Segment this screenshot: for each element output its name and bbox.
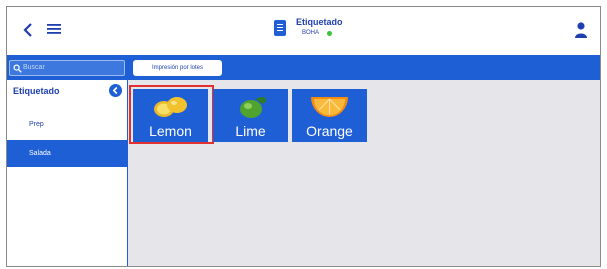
batch-print-button[interactable]: Impresión por lotes — [133, 60, 222, 76]
sidebar-item-label: Prep — [29, 121, 44, 128]
top-bar: Etiquetado BOHA — [7, 7, 600, 55]
toolbar: Buscar Impresión por lotes — [7, 55, 600, 80]
lime-icon — [240, 97, 266, 118]
sidebar-item-salada[interactable]: Salada — [7, 140, 127, 167]
hamburger-menu-icon[interactable] — [46, 22, 62, 36]
product-label: Orange — [306, 123, 353, 139]
location-label: BOHA — [302, 30, 320, 36]
status-indicator — [327, 31, 332, 36]
product-label: Lime — [235, 123, 266, 139]
sidebar-item-prep[interactable]: Prep — [7, 111, 127, 138]
sidebar-header: Etiquetado — [7, 80, 128, 102]
sidebar-item-label: Salada — [29, 150, 51, 157]
product-tile-lime[interactable]: Lime — [213, 89, 288, 142]
page-title: Etiquetado — [296, 17, 343, 27]
sidebar-title: Etiquetado — [13, 86, 60, 96]
search-placeholder: Buscar — [23, 64, 45, 71]
selected-tile-outline — [129, 85, 214, 144]
search-input[interactable]: Buscar — [9, 60, 125, 76]
document-icon — [274, 20, 286, 36]
user-icon[interactable] — [574, 21, 588, 39]
search-icon — [13, 64, 22, 73]
app-window: Etiquetado BOHA Buscar Impresión por lot… — [6, 6, 601, 267]
collapse-sidebar-icon[interactable] — [109, 84, 122, 97]
sidebar: Etiquetado Prep Salada — [7, 80, 128, 266]
product-tile-orange[interactable]: Orange — [292, 89, 367, 142]
orange-slice-icon — [311, 97, 348, 117]
chevron-left-icon[interactable] — [20, 20, 36, 40]
